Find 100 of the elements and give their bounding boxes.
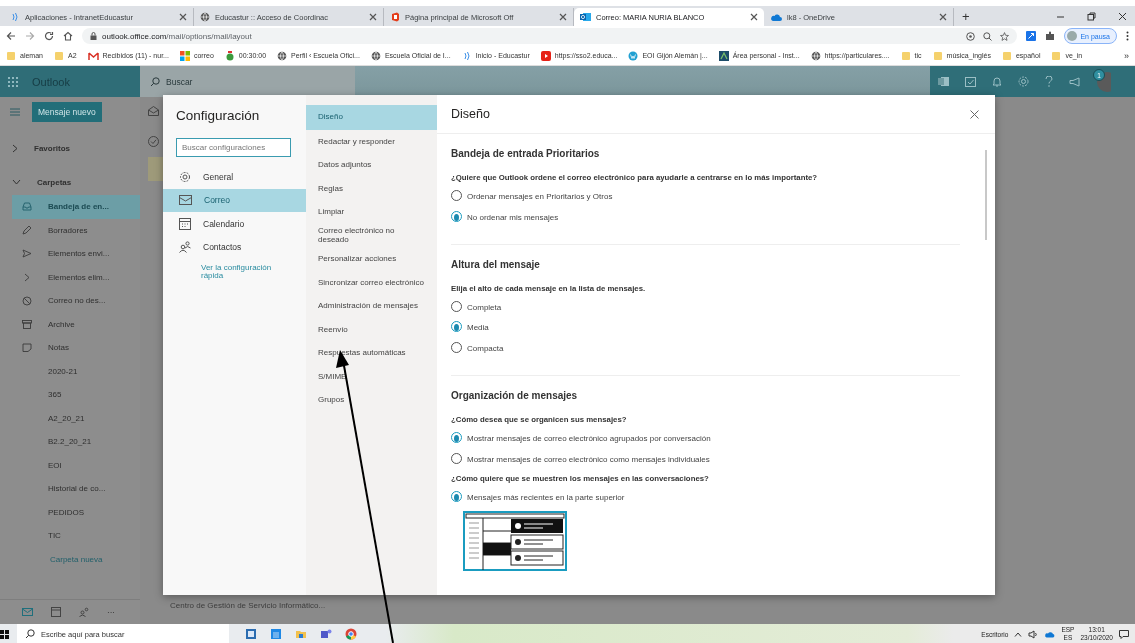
arrows-square-icon[interactable] [1026, 31, 1037, 41]
note-icon [22, 343, 32, 353]
folder-group-header[interactable]: Carpetas [0, 169, 140, 195]
message-sender: Centro de Gestión de Servicio Informático... [170, 601, 327, 610]
folder-item[interactable]: TIC [12, 524, 140, 548]
calendar-check-icon[interactable] [965, 76, 976, 87]
star-icon[interactable] [1000, 31, 1010, 41]
radio-button[interactable] [451, 300, 462, 312]
quick-settings-link[interactable]: Ver la configuración rápida [163, 259, 306, 281]
home-icon[interactable] [63, 31, 73, 41]
settings-category[interactable]: General [163, 165, 306, 189]
layout-preview-drawing[interactable] [463, 511, 567, 572]
settings-category[interactable]: Contactos [163, 235, 306, 259]
folder-item[interactable]: Notas [12, 336, 140, 360]
radio-button[interactable] [451, 321, 462, 333]
folder-icon [1051, 50, 1062, 61]
folder-item[interactable]: Borradores [12, 218, 140, 242]
bell-icon[interactable] [992, 76, 1002, 87]
more-icon[interactable] [1126, 31, 1129, 41]
folder-item[interactable]: 2020-21 [12, 359, 140, 383]
settings-subcategory[interactable]: Personalizar acciones [306, 247, 437, 271]
more-bookmarks-button[interactable]: » [1124, 50, 1129, 61]
settings-subcategory[interactable]: Reglas [306, 177, 437, 201]
folder-item[interactable]: Correo no des... [12, 289, 140, 313]
search-field[interactable]: Buscar [140, 66, 355, 97]
folder-item[interactable]: Elementos envi... [12, 242, 140, 266]
folder-item[interactable]: PEDIDOS [12, 500, 140, 524]
folder-app-icon[interactable] [295, 628, 307, 640]
close-icon[interactable] [559, 13, 567, 21]
signal-waves-icon [10, 12, 20, 22]
restore-icon[interactable] [1087, 12, 1096, 21]
radio-button[interactable] [451, 490, 462, 502]
settings-search-field[interactable]: Buscar configuraciones [176, 138, 291, 157]
close-icon[interactable] [750, 13, 758, 21]
settings-subcategory[interactable]: Limpiar [306, 200, 437, 224]
avatar-icon[interactable] [1097, 71, 1111, 92]
settings-subcategory[interactable]: Grupos [306, 388, 437, 412]
settings-subcategory[interactable]: Respuestas automáticas [306, 341, 437, 365]
radio-button[interactable] [451, 432, 462, 443]
dialog-title: Configuración [175, 107, 261, 125]
check-circle-icon[interactable] [148, 135, 159, 147]
new-message-button[interactable]: Mensaje nuevo [32, 102, 102, 122]
back-icon[interactable] [6, 31, 16, 41]
folder-item[interactable]: Archive [12, 312, 140, 336]
address-bar[interactable]: outlook.office.com/mail/options/mail/layout [82, 28, 1018, 44]
target-icon[interactable] [966, 31, 976, 41]
chevron-right-icon[interactable] [24, 272, 30, 282]
radio-button[interactable] [451, 210, 462, 222]
cloud-icon[interactable] [1044, 630, 1056, 638]
settings-category[interactable]: Calendario [163, 212, 306, 236]
settings-subcategory[interactable]: Reenvío [306, 318, 437, 342]
folder-icon [6, 50, 16, 61]
help-icon[interactable] [1045, 76, 1053, 87]
option-label: Completa [467, 301, 502, 314]
new-tab-button[interactable]: + [962, 9, 970, 24]
app-launcher-icon[interactable] [8, 76, 18, 87]
puzzle-icon[interactable] [1045, 31, 1056, 41]
settings-subcategory[interactable]: Datos adjuntos [306, 153, 437, 177]
close-icon[interactable] [970, 109, 979, 119]
folder-item[interactable]: Historial de co... [12, 477, 140, 501]
more-apps-button[interactable]: ··· [107, 607, 115, 617]
play-icon [540, 50, 551, 61]
teams-app-icon[interactable] [320, 628, 332, 640]
settings-category[interactable]: Correo [163, 188, 306, 212]
people-icon[interactable] [79, 607, 89, 617]
radio-button[interactable] [451, 190, 462, 201]
folder-group-header[interactable]: Favoritos [0, 135, 140, 161]
chevron-up-icon[interactable] [1014, 631, 1023, 637]
close-icon[interactable] [179, 13, 187, 21]
windows-start-icon[interactable] [0, 629, 9, 639]
reload-icon[interactable] [44, 31, 54, 41]
settings-subcategory[interactable]: Diseño [306, 105, 437, 130]
folder-icon [932, 50, 943, 61]
megaphone-icon[interactable] [1069, 76, 1081, 87]
close-icon[interactable] [939, 13, 947, 21]
document-app-icon[interactable] [245, 628, 257, 640]
close-icon[interactable] [369, 13, 377, 21]
settings-subcategory[interactable]: Redactar y responder [306, 130, 437, 154]
settings-subcategory[interactable]: Sincronizar correo electrónico [306, 271, 437, 295]
folder-item[interactable]: 365 [12, 383, 140, 407]
block-icon [22, 295, 32, 306]
timer-icon [224, 50, 235, 61]
folder-item[interactable]: Elementos elim... [12, 265, 140, 289]
notification-icon[interactable] [1119, 629, 1129, 639]
office-app-icon[interactable] [938, 76, 949, 87]
settings-icon[interactable] [1018, 76, 1029, 87]
chrome-icon[interactable] [345, 628, 357, 640]
zoom-icon[interactable] [983, 31, 993, 41]
close-icon[interactable] [1118, 12, 1127, 21]
folder-item[interactable]: A2_20_21 [12, 406, 140, 430]
settings-subcategory[interactable]: Correo electrónico no deseado [306, 224, 437, 248]
calendar-icon[interactable] [51, 607, 61, 617]
radio-button[interactable] [451, 452, 462, 464]
settings-subcategory[interactable]: Administración de mensajes [306, 294, 437, 318]
speaker-icon[interactable] [1028, 629, 1039, 639]
radio-button[interactable] [451, 342, 462, 354]
folder-item[interactable]: B2.2_20_21 [12, 430, 140, 454]
calendar-app-icon[interactable] [270, 628, 282, 640]
folder-item[interactable]: EOI [12, 453, 140, 477]
envelope-open-icon[interactable] [148, 106, 159, 116]
